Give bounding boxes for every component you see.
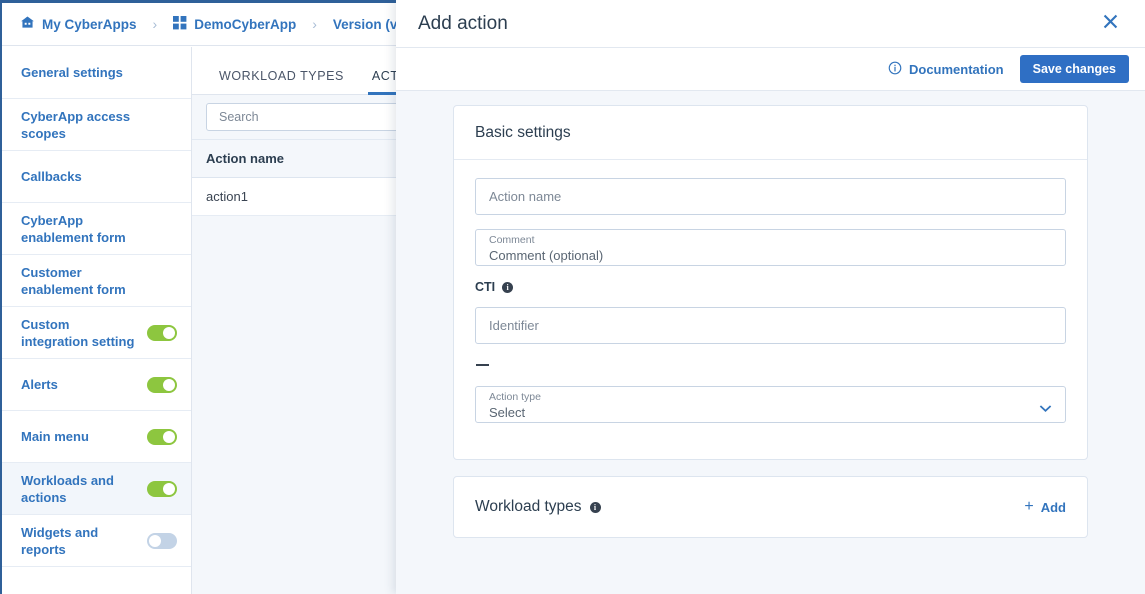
sidebar-item-label: Widgets and reports: [21, 524, 99, 557]
sidebar-item-workloads-and-actions[interactable]: Workloads and actions: [2, 463, 191, 515]
app-root: My CyberApps › DemoCyberApp › Version (v…: [0, 0, 1145, 594]
house-icon: [20, 15, 35, 33]
toggle-knob: [163, 378, 175, 391]
sidebar-toggle-widgets-and-reports[interactable]: [147, 532, 177, 549]
plus-icon: +: [1024, 498, 1034, 515]
toggle-knob: [163, 482, 175, 495]
action-name-field[interactable]: Action name: [475, 178, 1066, 215]
sidebar-toggle-main-menu[interactable]: [147, 428, 177, 445]
close-icon[interactable]: [1098, 10, 1123, 37]
breadcrumb-label: My CyberApps: [42, 16, 137, 32]
action-type-label: Action type: [489, 391, 541, 403]
sidebar-item-cyberapp-access-scopes[interactable]: CyberApp access scopes: [2, 99, 191, 151]
documentation-link[interactable]: Documentation: [888, 61, 1004, 78]
add-workload-type-button[interactable]: + Add: [1024, 499, 1066, 515]
sidebar-item-label: CyberApp enablement form: [21, 212, 126, 245]
sidebar-item-label: Alerts: [21, 377, 58, 392]
sidebar-toggle-workloads-and-actions[interactable]: [147, 480, 177, 497]
workload-types-header: Workload types i + Add: [454, 477, 1087, 537]
sidebar-item-main-menu[interactable]: Main menu: [2, 411, 191, 463]
breadcrumb-item-my-cyberapps[interactable]: My CyberApps: [20, 15, 137, 33]
info-icon[interactable]: i: [502, 281, 514, 293]
basic-settings-title: Basic settings: [454, 106, 1087, 160]
sidebar-item-callbacks[interactable]: Callbacks: [2, 151, 191, 203]
breadcrumb-label: DemoCyberApp: [194, 16, 297, 32]
sidebar-item-label: Customer enablement form: [21, 264, 126, 297]
workload-types-title-group: Workload types i: [475, 498, 601, 516]
sidebar-toggle-custom-integration-setting[interactable]: [147, 324, 177, 341]
identifier-field[interactable]: Identifier: [475, 307, 1066, 344]
info-circle-icon: [888, 61, 902, 78]
chevron-down-icon[interactable]: [1039, 400, 1052, 418]
modal-action-bar: Documentation Save changes: [396, 48, 1145, 91]
sidebar-item-label: CyberApp access scopes: [21, 108, 131, 141]
basic-settings-card: Basic settings Action name Comment Comme…: [453, 105, 1088, 460]
comment-field[interactable]: Comment Comment (optional): [475, 229, 1066, 266]
section-divider-dash: [476, 364, 489, 366]
modal-header: Add action: [396, 0, 1145, 48]
cti-label: CTI: [475, 280, 496, 294]
modal-title: Add action: [418, 12, 508, 34]
sidebar-item-general-settings[interactable]: General settings: [2, 47, 191, 99]
comment-label: Comment: [489, 234, 535, 246]
add-action-modal: Add action Documentation Save changes Ba…: [396, 0, 1145, 594]
identifier-placeholder: Identifier: [489, 318, 539, 333]
sidebar-item-widgets-and-reports[interactable]: Widgets and reports: [2, 515, 191, 567]
sidebar-item-alerts[interactable]: Alerts: [2, 359, 191, 411]
toggle-knob: [149, 534, 161, 547]
info-icon[interactable]: i: [589, 501, 601, 513]
action-type-select[interactable]: Action type Select: [475, 386, 1066, 423]
basic-settings-body: Action name Comment Comment (optional) C…: [454, 160, 1087, 459]
tab-workload-types[interactable]: WORKLOAD TYPES: [205, 69, 358, 94]
breadcrumb-separator: ›: [152, 16, 158, 32]
toggle-knob: [163, 430, 175, 443]
sidebar-item-customer-enablement-form[interactable]: Customer enablement form: [2, 255, 191, 307]
toggle-knob: [163, 326, 175, 339]
table-cell-action-name: action1: [206, 189, 248, 204]
action-name-placeholder: Action name: [489, 189, 562, 204]
workload-types-card: Workload types i + Add: [453, 476, 1088, 538]
sidebar-item-custom-integration-setting[interactable]: Custom integration setting: [2, 307, 191, 359]
comment-placeholder: Comment (optional): [489, 248, 604, 263]
grid-icon: [173, 15, 187, 33]
sidebar-item-label: Custom integration setting: [21, 316, 135, 349]
action-type-value: Select: [489, 405, 526, 420]
sidebar-item-label: Callbacks: [21, 169, 82, 184]
sidebar-item-label: Workloads and actions: [21, 472, 114, 505]
sidebar-item-cyberapp-enablement-form[interactable]: CyberApp enablement form: [2, 203, 191, 255]
table-column-action-name: Action name: [206, 151, 285, 166]
breadcrumb-separator: ›: [312, 16, 317, 32]
documentation-label: Documentation: [908, 61, 1004, 77]
modal-body: Basic settings Action name Comment Comme…: [396, 91, 1145, 594]
save-changes-button[interactable]: Save changes: [1019, 54, 1129, 84]
sidebar-toggle-alerts[interactable]: [147, 376, 177, 393]
workload-types-title: Workload types: [475, 498, 582, 515]
cti-label-group: CTI i: [475, 280, 1066, 294]
sidebar-item-label: Main menu: [21, 429, 89, 444]
add-label: Add: [1040, 499, 1066, 515]
breadcrumb-item-democyberapp[interactable]: DemoCyberApp: [173, 15, 297, 33]
sidebar: General settings CyberApp access scopes …: [2, 47, 192, 594]
sidebar-item-label: General settings: [21, 65, 123, 80]
